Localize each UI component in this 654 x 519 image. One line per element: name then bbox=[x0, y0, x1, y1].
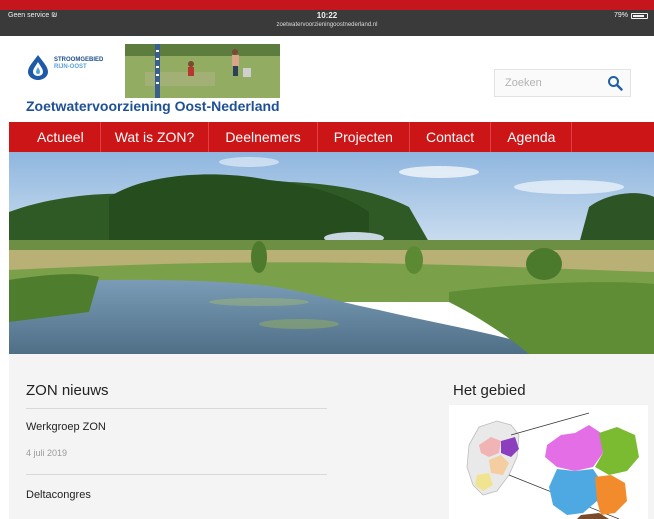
water-drop-icon[interactable] bbox=[26, 54, 50, 80]
nav-item-wat-is-zon[interactable]: Wat is ZON? bbox=[101, 122, 210, 152]
news-divider bbox=[26, 474, 327, 475]
page-header: STROOMGEBIED RIJN-OOST Zoetwatervoorzien… bbox=[0, 36, 654, 122]
logo-line-2: RIJN-OOST bbox=[54, 64, 87, 70]
nav-item-deelnemers[interactable]: Deelnemers bbox=[209, 122, 318, 152]
search-icon[interactable] bbox=[607, 75, 623, 91]
nav-item-contact[interactable]: Contact bbox=[410, 122, 492, 152]
news-divider bbox=[26, 408, 327, 409]
news-heading: ZON nieuws bbox=[26, 382, 109, 399]
nav-item-actueel[interactable]: Actueel bbox=[9, 122, 101, 152]
battery-icon bbox=[631, 13, 648, 19]
region-heading: Het gebied bbox=[453, 382, 526, 399]
status-time: 10:22 bbox=[316, 11, 338, 20]
search-input[interactable]: Zoeken bbox=[494, 69, 631, 97]
news-item-title[interactable]: Werkgroep ZON bbox=[26, 421, 106, 433]
field-photo-illustration bbox=[125, 44, 280, 98]
top-accent-strip bbox=[0, 0, 654, 10]
news-item-title[interactable]: Deltacongres bbox=[26, 489, 91, 501]
main-navigation: Actueel Wat is ZON? Deelnemers Projecten… bbox=[9, 122, 654, 152]
ios-status-bar: Geen service ₪ 10:22 zoetwatervoorzienin… bbox=[0, 10, 654, 36]
hero-landscape-image bbox=[9, 152, 654, 354]
region-map-image[interactable] bbox=[449, 405, 648, 519]
site-title[interactable]: Zoetwatervoorziening Oost-Nederland bbox=[26, 98, 280, 114]
logo-text[interactable]: STROOMGEBIED RIJN-OOST bbox=[54, 57, 103, 71]
nav-item-projecten[interactable]: Projecten bbox=[318, 122, 410, 152]
search-placeholder: Zoeken bbox=[505, 77, 542, 89]
river-landscape-illustration bbox=[9, 152, 654, 354]
logo-line-1: STROOMGEBIED bbox=[54, 57, 104, 63]
netherlands-region-map bbox=[466, 412, 639, 519]
battery-percent: 79% bbox=[613, 12, 628, 19]
nav-item-agenda[interactable]: Agenda bbox=[491, 122, 573, 152]
main-content: ZON nieuws Werkgroep ZON 4 juli 2019 Del… bbox=[9, 354, 654, 519]
news-item-date: 4 juli 2019 bbox=[26, 448, 68, 458]
address-bar-url[interactable]: zoetwatervoorzieningoostnederland.nl bbox=[0, 22, 654, 28]
header-photo bbox=[125, 44, 280, 98]
